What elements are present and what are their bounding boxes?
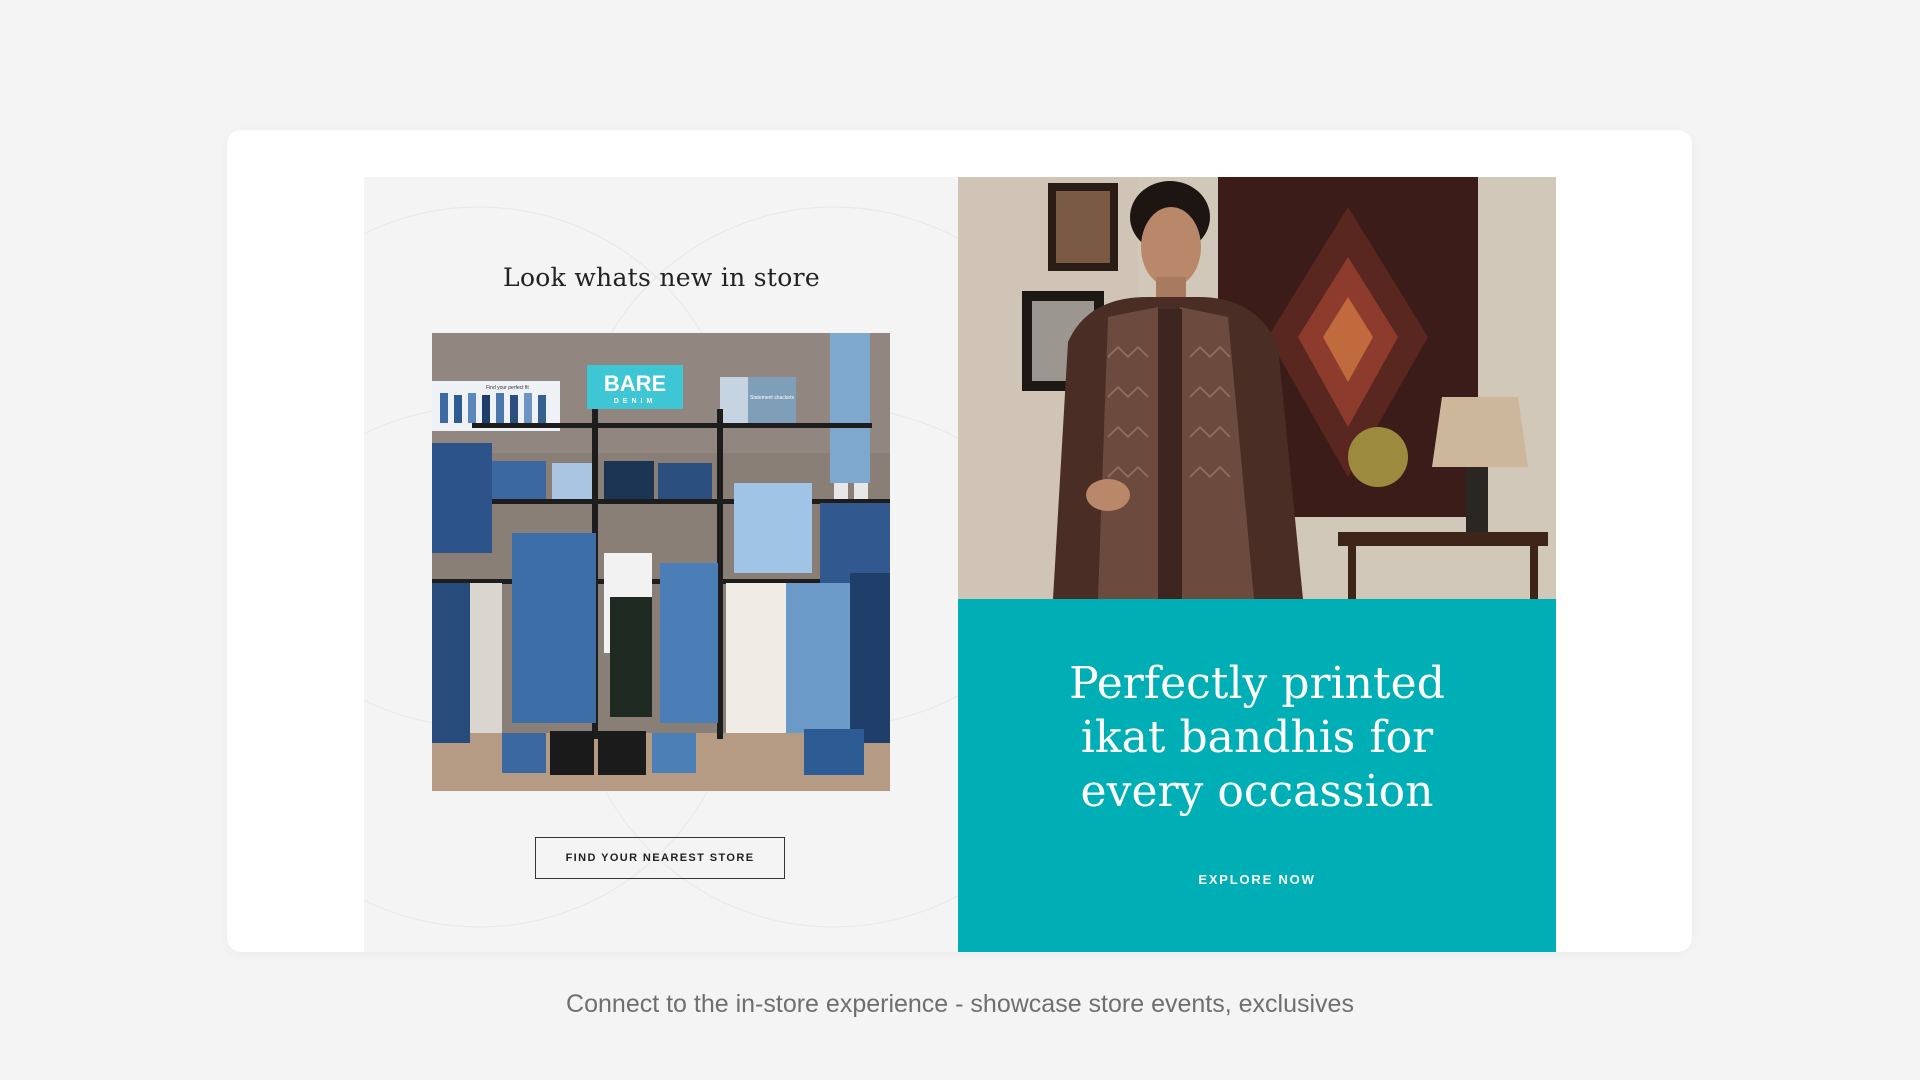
store-photo: Find your perfect fit BARE DENIM Stateme… (432, 333, 890, 791)
poster-right: Statement shackets (720, 377, 796, 427)
in-store-panel: Look whats new in store Find your perfec… (364, 177, 959, 952)
model-photo (958, 177, 1556, 599)
store-sign: BARE DENIM (587, 365, 683, 409)
promo-title-line: every occassion (1080, 766, 1434, 817)
promo-title-line: Perfectly printed (1069, 658, 1445, 709)
svg-text:Find your perfect fit: Find your perfect fit (486, 385, 529, 391)
svg-text:Statement shackets: Statement shackets (750, 395, 794, 401)
section-title: Look whats new in store (503, 263, 820, 292)
svg-text:BARE: BARE (604, 371, 666, 396)
svg-text:DENIM: DENIM (614, 398, 657, 405)
promo-title: Perfectly printed ikat bandhis for every… (958, 657, 1556, 819)
promo-panel: Perfectly printed ikat bandhis for every… (958, 177, 1556, 952)
promo-title-line: ikat bandhis for (1080, 712, 1434, 763)
explore-now-link[interactable]: EXPLORE NOW (958, 872, 1556, 887)
promo-banner: Perfectly printed ikat bandhis for every… (958, 599, 1556, 952)
caption: Connect to the in-store experience - sho… (566, 990, 1354, 1018)
find-nearest-store-button[interactable]: FIND YOUR NEAREST STORE (535, 837, 785, 879)
